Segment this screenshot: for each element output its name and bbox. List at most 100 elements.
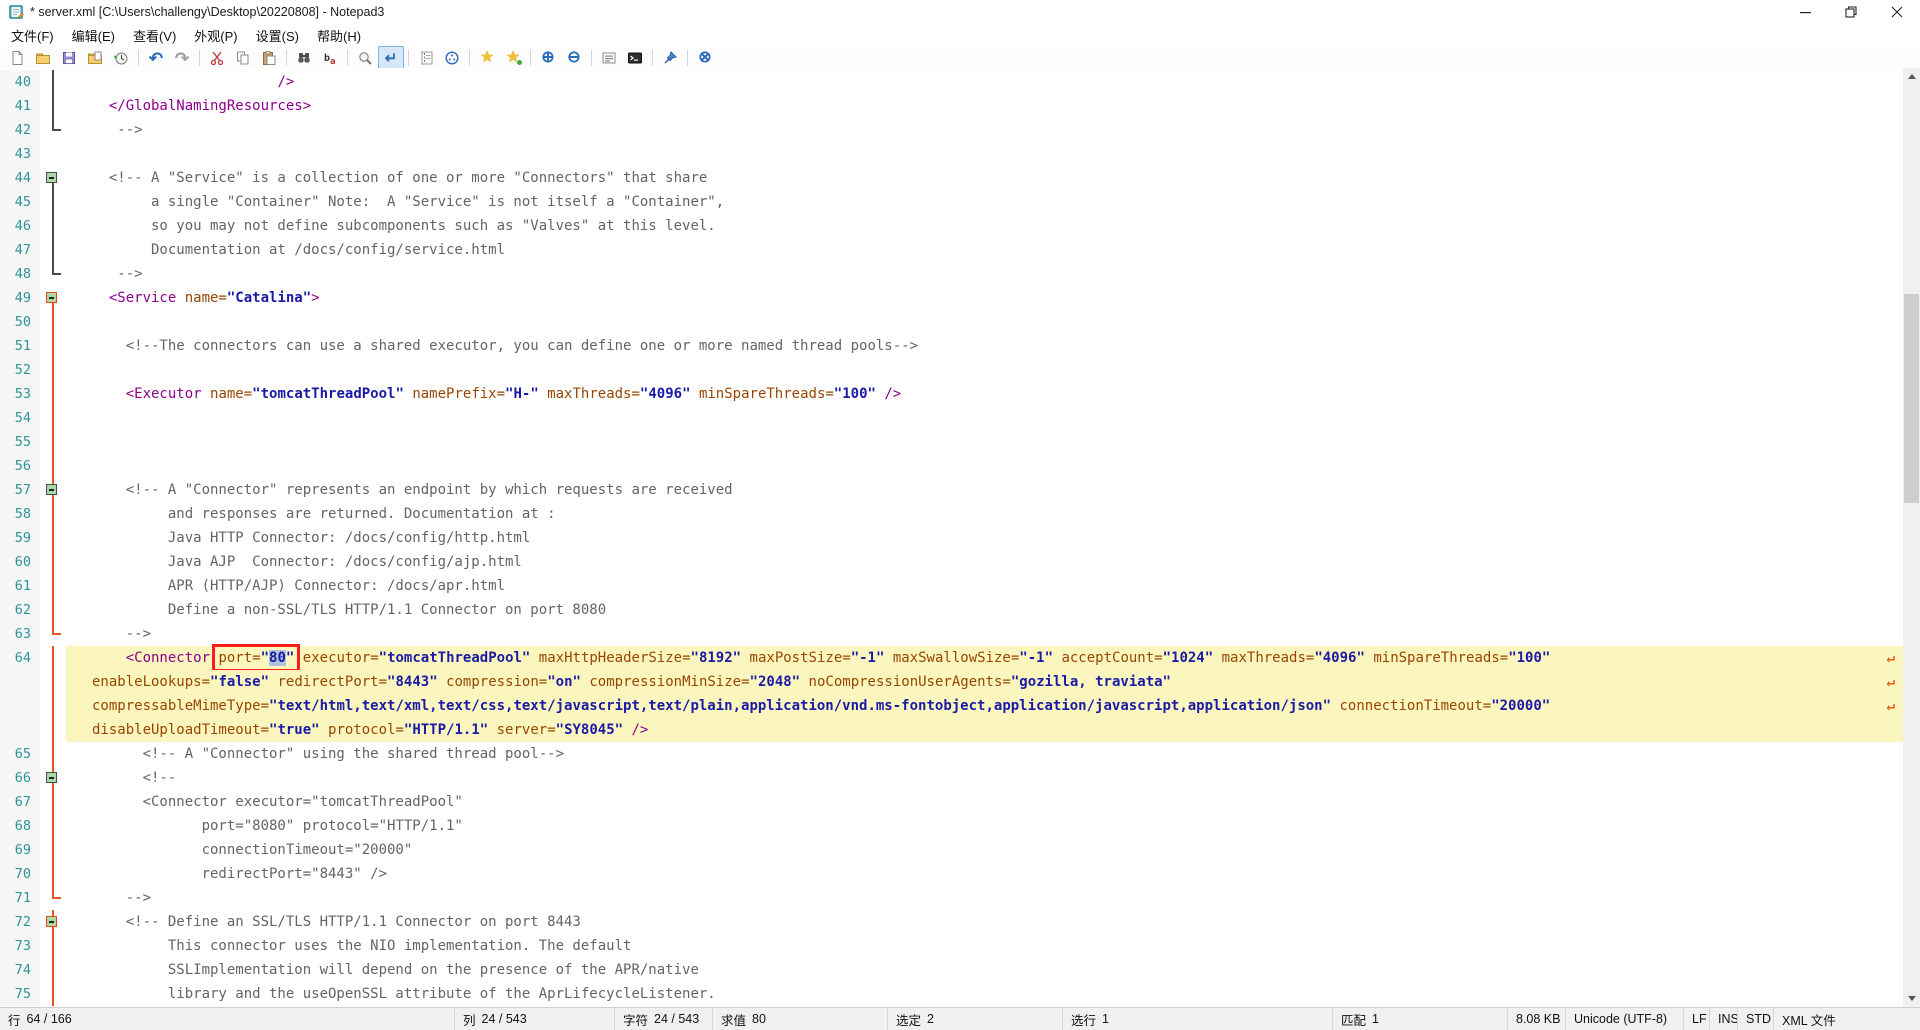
- fold-toggle-icon[interactable]: [46, 484, 57, 495]
- menu-item-edit[interactable]: 编辑(E): [63, 24, 124, 47]
- code-line[interactable]: <!-- Define an SSL/TLS HTTP/1.1 Connecto…: [66, 910, 1903, 934]
- code-line[interactable]: This connector uses the NIO implementati…: [66, 934, 1903, 958]
- preview-icon[interactable]: [352, 46, 378, 70]
- status-mode-std[interactable]: STD: [1738, 1008, 1774, 1030]
- code-row: 55: [0, 430, 1903, 454]
- code-line[interactable]: <Connector port="80" executor="tomcatThr…: [66, 646, 1903, 670]
- code-line[interactable]: library and the useOpenSSL attribute of …: [66, 982, 1903, 1006]
- vertical-scrollbar[interactable]: [1903, 68, 1920, 1007]
- view-options-icon[interactable]: [596, 46, 622, 70]
- zoom-in-icon[interactable]: ⊕: [535, 46, 561, 70]
- code-line[interactable]: [66, 358, 1903, 382]
- line-number: 58: [0, 502, 40, 526]
- status-matches[interactable]: 匹配1: [1333, 1008, 1508, 1030]
- code-line[interactable]: <!-- A "Service" is a collection of one …: [66, 166, 1903, 190]
- fold-toggle-icon[interactable]: [46, 292, 57, 303]
- status-evaluation[interactable]: 求值80: [713, 1008, 888, 1030]
- exit-icon[interactable]: ⊗: [692, 46, 718, 70]
- favorite-icon[interactable]: ★: [474, 46, 500, 70]
- replace-icon[interactable]: ba: [317, 46, 343, 70]
- cut-icon[interactable]: [204, 46, 230, 70]
- status-file-size[interactable]: 8.08 KB: [1508, 1008, 1566, 1030]
- status-encoding[interactable]: Unicode (UTF-8): [1566, 1008, 1684, 1030]
- code-line[interactable]: />: [66, 70, 1903, 94]
- pin-icon[interactable]: [657, 46, 683, 70]
- status-column[interactable]: 列24 / 543: [455, 1008, 615, 1030]
- new-document-icon[interactable]: [4, 46, 30, 70]
- restore-button[interactable]: [1828, 0, 1874, 24]
- encoding-icon[interactable]: [439, 46, 465, 70]
- open-folder-icon[interactable]: [30, 46, 56, 70]
- code-line[interactable]: redirectPort="8443" />: [66, 862, 1903, 886]
- status-eol-mode[interactable]: LF: [1684, 1008, 1710, 1030]
- status-line[interactable]: 行64 / 166: [0, 1008, 455, 1030]
- code-line[interactable]: Java HTTP Connector: /docs/config/http.h…: [66, 526, 1903, 550]
- status-selected-chars[interactable]: 选定2: [888, 1008, 1063, 1030]
- code-line[interactable]: and responses are returned. Documentatio…: [66, 502, 1903, 526]
- code-line[interactable]: -->: [66, 262, 1903, 286]
- redo-icon[interactable]: ↷: [169, 46, 195, 70]
- console-icon[interactable]: [622, 46, 648, 70]
- fold-toggle-icon[interactable]: [46, 172, 57, 183]
- code-line[interactable]: Define a non-SSL/TLS HTTP/1.1 Connector …: [66, 598, 1903, 622]
- scrollbar-thumb[interactable]: [1904, 294, 1919, 503]
- code-row: 48 -->: [0, 262, 1903, 286]
- code-line[interactable]: connectionTimeout="20000": [66, 838, 1903, 862]
- code-line[interactable]: APR (HTTP/AJP) Connector: /docs/apr.html: [66, 574, 1903, 598]
- code-line[interactable]: -->: [66, 886, 1903, 910]
- code-line[interactable]: Java AJP Connector: /docs/config/ajp.htm…: [66, 550, 1903, 574]
- code-line[interactable]: -->: [66, 118, 1903, 142]
- favorite-add-icon[interactable]: ★: [500, 46, 526, 70]
- minimize-button[interactable]: [1782, 0, 1828, 24]
- menu-item-settings[interactable]: 设置(S): [247, 24, 308, 47]
- line-number: 65: [0, 742, 40, 766]
- code-line[interactable]: [66, 454, 1903, 478]
- scroll-up-icon[interactable]: [1903, 68, 1920, 85]
- code-line[interactable]: <!-- A "Connector" represents an endpoin…: [66, 478, 1903, 502]
- indent-guides-icon[interactable]: [413, 46, 439, 70]
- code-line[interactable]: SSLImplementation will depend on the pre…: [66, 958, 1903, 982]
- copy-icon[interactable]: [230, 46, 256, 70]
- find-icon[interactable]: [291, 46, 317, 70]
- code-line[interactable]: <Service name="Catalina">: [66, 286, 1903, 310]
- code-line[interactable]: [66, 310, 1903, 334]
- history-icon[interactable]: [108, 46, 134, 70]
- code-line[interactable]: compressableMimeType="text/html,text/xml…: [66, 694, 1903, 718]
- menu-item-appearance[interactable]: 外观(P): [185, 24, 246, 47]
- scroll-down-icon[interactable]: [1903, 990, 1920, 1007]
- fold-toggle-icon[interactable]: [46, 772, 57, 783]
- code-line[interactable]: enableLookups="false" redirectPort="8443…: [66, 670, 1903, 694]
- code-line[interactable]: Documentation at /docs/config/service.ht…: [66, 238, 1903, 262]
- menu-item-help[interactable]: 帮助(H): [308, 24, 370, 47]
- code-line[interactable]: <Connector executor="tomcatThreadPool": [66, 790, 1903, 814]
- status-insert-mode[interactable]: INS: [1710, 1008, 1738, 1030]
- code-line[interactable]: disableUploadTimeout="true" protocol="HT…: [66, 718, 1903, 742]
- paste-icon[interactable]: [256, 46, 282, 70]
- code-line[interactable]: <!--The connectors can use a shared exec…: [66, 334, 1903, 358]
- save-as-icon[interactable]: [82, 46, 108, 70]
- code-line[interactable]: <Executor name="tomcatThreadPool" namePr…: [66, 382, 1903, 406]
- code-line[interactable]: </GlobalNamingResources>: [66, 94, 1903, 118]
- code-line[interactable]: <!--: [66, 766, 1903, 790]
- zoom-out-icon[interactable]: ⊖: [561, 46, 587, 70]
- code-line[interactable]: port="8080" protocol="HTTP/1.1": [66, 814, 1903, 838]
- code-line[interactable]: -->: [66, 622, 1903, 646]
- code-line[interactable]: a single "Container" Note: A "Service" i…: [66, 190, 1903, 214]
- status-file-type[interactable]: XML 文件: [1774, 1008, 1920, 1030]
- code-line[interactable]: [66, 406, 1903, 430]
- undo-icon[interactable]: ↶: [143, 46, 169, 70]
- code-area[interactable]: 40 />41 </GlobalNamingResources>42 -->43…: [0, 70, 1903, 1006]
- code-line[interactable]: <!-- A "Connector" using the shared thre…: [66, 742, 1903, 766]
- save-icon[interactable]: [56, 46, 82, 70]
- menu-item-file[interactable]: 文件(F): [2, 24, 63, 47]
- close-button[interactable]: [1874, 0, 1920, 24]
- code-line[interactable]: [66, 430, 1903, 454]
- text-editor[interactable]: 40 />41 </GlobalNamingResources>42 -->43…: [0, 68, 1903, 1007]
- status-selected-lines[interactable]: 选行1: [1063, 1008, 1333, 1030]
- code-line[interactable]: so you may not define subcomponents such…: [66, 214, 1903, 238]
- word-wrap-icon[interactable]: ↵: [378, 46, 404, 70]
- code-line[interactable]: [66, 142, 1903, 166]
- menu-item-view[interactable]: 查看(V): [124, 24, 185, 47]
- status-character[interactable]: 字符24 / 543: [615, 1008, 713, 1030]
- fold-toggle-icon[interactable]: [46, 916, 57, 927]
